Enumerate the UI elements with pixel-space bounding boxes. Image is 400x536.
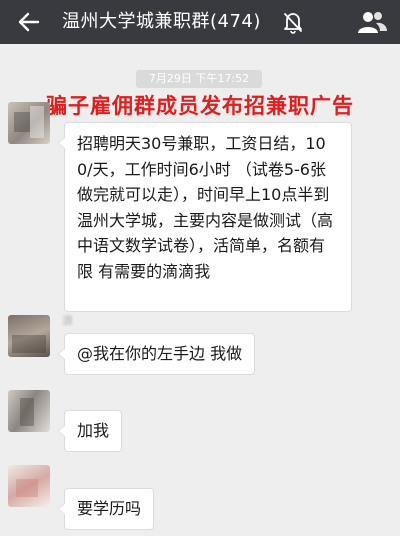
avatar[interactable] — [8, 102, 50, 144]
message-bubble[interactable]: 招聘明天30号兼职，工资日结，100/天，工作时间6小时 （试卷5-6张 做完就… — [58, 122, 352, 312]
message-bubble[interactable]: @我在你的左手边 我做 — [57, 333, 256, 375]
avatar-blur-block — [20, 398, 34, 426]
avatar[interactable] — [8, 465, 50, 507]
group-members-button[interactable] — [356, 8, 388, 36]
chat-title: 温州大学城兼职群(474) — [62, 11, 261, 32]
sender-nickname: 浪 — [62, 314, 73, 327]
message-bubble[interactable]: 要学历吗 — [57, 488, 155, 530]
avatar-blur-block — [16, 479, 38, 497]
mute-bell-icon — [284, 13, 302, 34]
chat-header: 温州大学城兼职群(474) — [0, 0, 400, 44]
avatar[interactable] — [8, 315, 50, 357]
group-members-icon — [358, 12, 387, 33]
banner-annotation: 骗子雇佣群成员发布招兼职广告 — [46, 94, 354, 118]
avatar-blur-block — [14, 112, 30, 132]
back-arrow-icon — [18, 12, 40, 32]
avatar[interactable] — [8, 390, 50, 432]
avatar-blur-block — [30, 106, 44, 138]
message-bubble[interactable]: 加我 — [57, 410, 123, 452]
avatar-blur-block — [12, 335, 46, 353]
message-timestamp: 7月29日 下午17:52 — [136, 70, 262, 88]
back-button[interactable] — [14, 7, 44, 37]
